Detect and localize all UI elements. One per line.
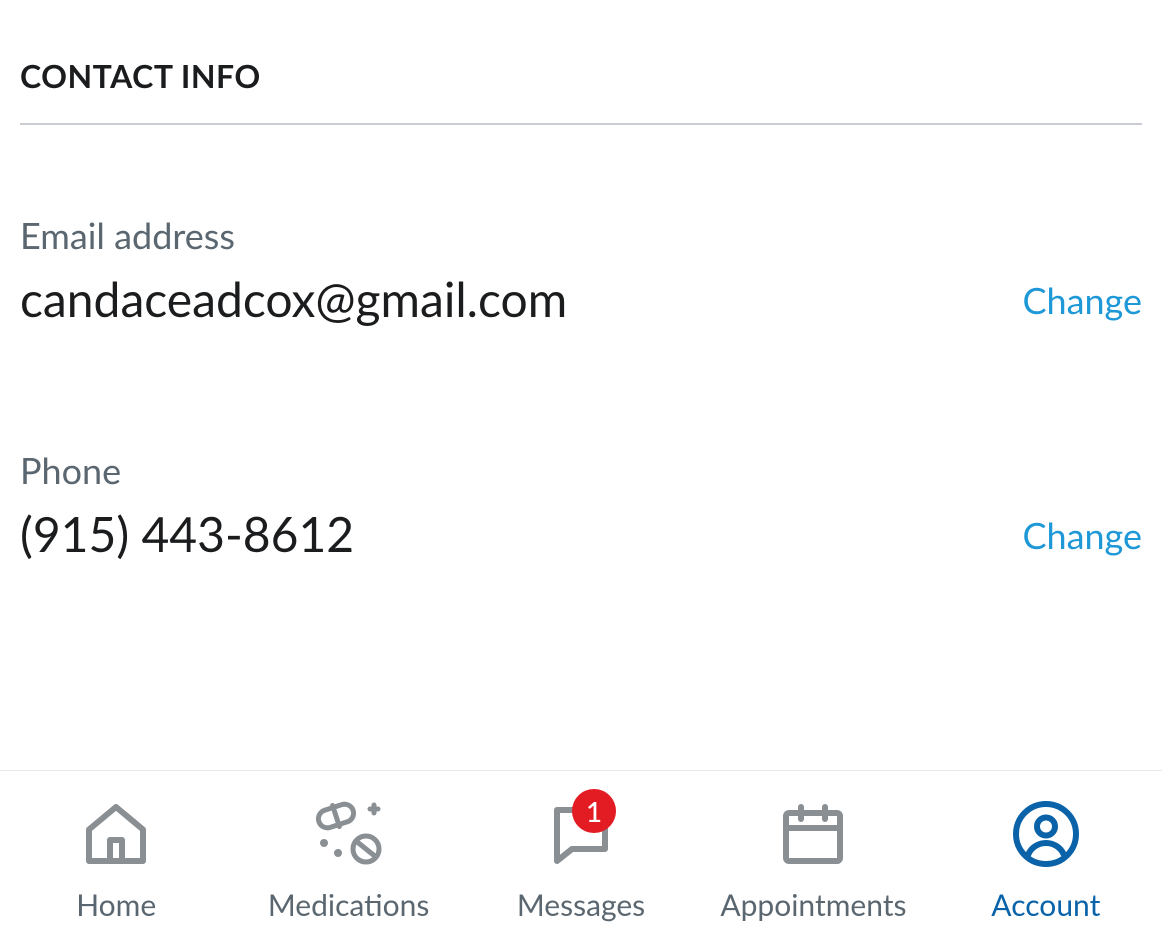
email-value: candaceadcox@gmail.com — [20, 271, 567, 328]
email-label: Email address — [20, 213, 567, 257]
nav-medications[interactable]: Medications — [232, 771, 464, 946]
nav-appointments[interactable]: Appointments — [697, 771, 929, 946]
account-icon — [1007, 795, 1085, 873]
bottom-nav: Home Medications 1 Messages — [0, 770, 1162, 946]
section-title: CONTACT INFO — [20, 56, 1142, 95]
phone-info: Phone (915) 443-8612 — [20, 448, 354, 563]
change-email-link[interactable]: Change — [1022, 278, 1142, 328]
appointments-icon — [774, 795, 852, 873]
contact-info-section: CONTACT INFO Email address candaceadcox@… — [0, 0, 1162, 563]
nav-account[interactable]: Account — [930, 771, 1162, 946]
nav-home-label: Home — [76, 887, 156, 923]
messages-badge: 1 — [572, 789, 616, 833]
nav-messages-label: Messages — [517, 887, 645, 923]
change-phone-link[interactable]: Change — [1022, 513, 1142, 563]
phone-value: (915) 443-8612 — [20, 506, 354, 563]
nav-home[interactable]: Home — [0, 771, 232, 946]
nav-medications-label: Medications — [268, 887, 430, 923]
phone-label: Phone — [20, 448, 354, 492]
nav-messages[interactable]: 1 Messages — [465, 771, 697, 946]
nav-appointments-label: Appointments — [720, 887, 906, 923]
email-info: Email address candaceadcox@gmail.com — [20, 213, 567, 328]
email-row: Email address candaceadcox@gmail.com Cha… — [20, 213, 1142, 328]
phone-row: Phone (915) 443-8612 Change — [20, 448, 1142, 563]
medications-icon — [310, 795, 388, 873]
home-icon — [77, 795, 155, 873]
messages-icon: 1 — [542, 795, 620, 873]
nav-account-label: Account — [991, 887, 1100, 923]
divider — [20, 123, 1142, 125]
